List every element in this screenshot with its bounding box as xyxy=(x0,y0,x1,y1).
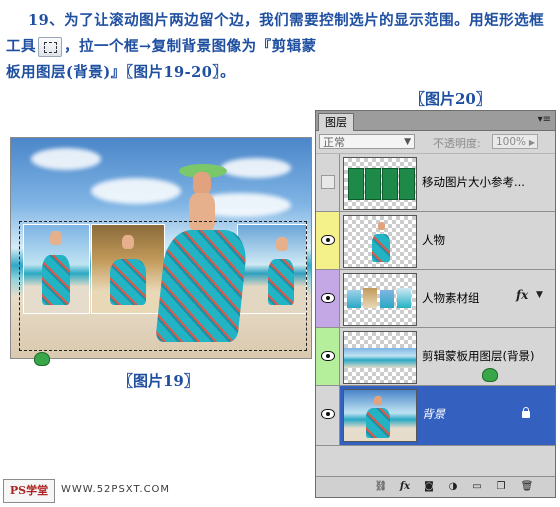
fx-icon[interactable]: fx xyxy=(398,480,412,493)
blend-mode-value: 正常 xyxy=(323,136,345,149)
watermark-url: WWW.52PSXT.COM xyxy=(61,484,171,495)
visibility-toggle[interactable] xyxy=(316,212,340,269)
eye-icon xyxy=(321,409,335,419)
blend-opacity-row: 正常 ▼ 不透明度: 100% ▶ xyxy=(316,131,555,154)
opacity-label: 不透明度: xyxy=(433,137,481,150)
panel-menu-icon[interactable]: ▾≡ xyxy=(538,114,551,125)
panel-tab-bar: 图层 ▾≡ xyxy=(316,111,555,131)
layer-thumbnail xyxy=(343,215,417,268)
layer-name: 剪辑蒙板用图层(背景) xyxy=(422,349,535,363)
layer-thumbnail xyxy=(343,331,417,384)
visibility-toggle[interactable] xyxy=(316,154,340,211)
beach-composition-image xyxy=(10,137,312,359)
layers-bottom-toolbar: ⛓ fx ◙ ◑ ▭ ❐ 🗑 xyxy=(316,476,555,497)
layers-panel: 图层 ▾≡ 正常 ▼ 不透明度: 100% ▶ 移动图片大小参考... 人物 人… xyxy=(315,110,556,498)
instruction-line-2: 板用图层(背景)』〖图片19-20〗。 xyxy=(6,64,236,81)
layer-thumbnail xyxy=(343,389,417,442)
caption-fig20: 〖图片20〗 xyxy=(410,90,491,108)
hidden-box-icon xyxy=(321,175,335,189)
layer-row-material-group[interactable]: 人物素材组 fx ▼ xyxy=(316,270,555,328)
eye-icon xyxy=(321,351,335,361)
chevron-down-icon[interactable]: ▼ xyxy=(536,290,543,300)
layer-row-person[interactable]: 人物 xyxy=(316,212,555,270)
layer-row-reference[interactable]: 移动图片大小参考... xyxy=(316,154,555,212)
hand-cursor-icon xyxy=(482,368,498,382)
opacity-input[interactable]: 100% ▶ xyxy=(492,134,538,149)
layer-name: 人物素材组 xyxy=(422,291,480,305)
layer-thumbnail xyxy=(343,157,417,210)
selection-marquee xyxy=(19,221,307,351)
layer-name: 背景 xyxy=(422,407,445,421)
lock-icon xyxy=(522,407,530,418)
blend-mode-select[interactable]: 正常 ▼ xyxy=(319,134,415,149)
rectangular-marquee-tool-icon xyxy=(38,37,62,57)
chevron-down-icon: ▼ xyxy=(404,137,411,147)
link-icon[interactable]: ⛓ xyxy=(374,480,388,493)
new-layer-icon[interactable]: ❐ xyxy=(494,480,508,493)
fx-badge-icon[interactable]: fx xyxy=(516,288,528,302)
trash-icon[interactable]: 🗑 xyxy=(520,480,534,493)
watermark-logo: PS学堂 xyxy=(3,479,55,503)
group-icon[interactable]: ▭ xyxy=(470,480,484,493)
mask-icon[interactable]: ◙ xyxy=(422,480,436,493)
opacity-value: 100% xyxy=(496,136,527,148)
tab-layers[interactable]: 图层 xyxy=(318,113,354,131)
layer-row-clip-mask[interactable]: 剪辑蒙板用图层(背景) xyxy=(316,328,555,386)
caption-fig19: 〖图片19〗 xyxy=(118,372,199,390)
layer-name: 移动图片大小参考... xyxy=(422,175,525,189)
visibility-toggle[interactable] xyxy=(316,328,340,385)
adjustment-icon[interactable]: ◑ xyxy=(446,480,460,493)
hand-cursor-icon xyxy=(34,352,50,366)
visibility-toggle[interactable] xyxy=(316,386,340,445)
chevron-right-icon: ▶ xyxy=(528,138,535,147)
layer-row-background[interactable]: 背景 xyxy=(316,386,555,446)
instruction-text: 19、为了让滚动图片两边留个边，我们需要控制选片的显示范围。用矩形选框工具 ，拉一… xyxy=(6,8,551,86)
eye-icon xyxy=(321,293,335,303)
visibility-toggle[interactable] xyxy=(316,270,340,327)
layer-thumbnail xyxy=(343,273,417,326)
layer-name: 人物 xyxy=(422,233,445,247)
eye-icon xyxy=(321,235,335,245)
instruction-line-1b: ，拉一个框→复制背景图像为『剪辑蒙 xyxy=(64,38,317,55)
